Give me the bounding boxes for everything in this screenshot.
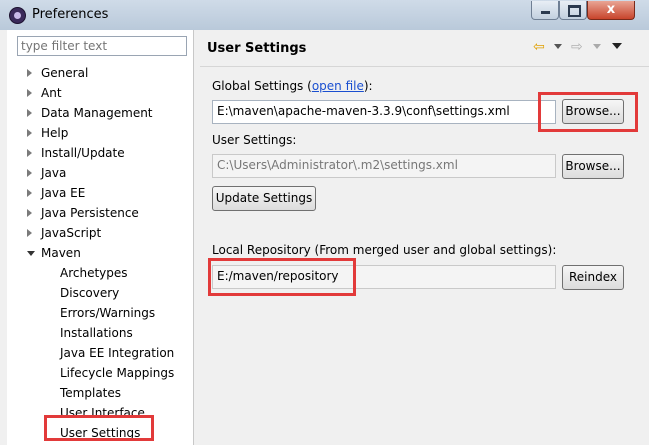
page-title: User Settings: [207, 41, 307, 56]
title-bar: Preferences x: [0, 0, 649, 30]
user-settings-label: User Settings:: [212, 133, 297, 147]
forward-dropdown-icon[interactable]: [593, 44, 601, 49]
expand-arrow-icon[interactable]: [27, 189, 32, 197]
preference-tree-panel: General Ant Data Management Help Install…: [7, 30, 194, 445]
expand-arrow-icon[interactable]: [27, 109, 32, 117]
user-settings-field[interactable]: C:\Users\Administrator\.m2\settings.xml: [212, 154, 556, 178]
global-settings-label: Global Settings (open file):: [212, 79, 373, 93]
close-button[interactable]: x: [587, 1, 635, 20]
minimize-button[interactable]: [531, 1, 559, 20]
view-menu-icon[interactable]: [612, 43, 622, 49]
window-title: Preferences: [32, 7, 109, 22]
preferences-window: Preferences x General Ant Data Managemen…: [0, 0, 649, 445]
eclipse-app-icon: [9, 7, 26, 24]
expand-arrow-icon[interactable]: [27, 169, 32, 177]
header-separator: [200, 66, 649, 67]
expand-arrow-icon[interactable]: [27, 69, 32, 77]
expand-arrow-icon[interactable]: [27, 209, 32, 217]
open-file-link[interactable]: open file: [312, 79, 364, 93]
expand-arrow-icon[interactable]: [27, 89, 32, 97]
collapse-arrow-icon[interactable]: [27, 251, 35, 256]
expand-arrow-icon[interactable]: [27, 149, 32, 157]
browse-highlight: [538, 92, 638, 132]
expand-arrow-icon[interactable]: [27, 229, 32, 237]
user-settings-highlight: [44, 415, 154, 441]
maximize-button[interactable]: [559, 1, 587, 20]
back-arrow-icon[interactable]: ⇦: [533, 39, 545, 55]
back-dropdown-icon[interactable]: [554, 44, 562, 49]
update-settings-button[interactable]: Update Settings: [212, 186, 316, 211]
filter-input[interactable]: [17, 36, 187, 56]
expand-arrow-icon[interactable]: [27, 129, 32, 137]
reindex-button[interactable]: Reindex: [562, 265, 624, 290]
global-settings-field[interactable]: E:\maven\apache-maven-3.3.9\conf\setting…: [212, 100, 556, 124]
local-repository-highlight: [208, 258, 356, 296]
user-browse-button[interactable]: Browse...: [562, 154, 624, 179]
settings-page: User Settings ⇦ ⇨ Global Settings (open …: [200, 30, 649, 445]
close-icon: x: [606, 2, 616, 17]
local-repository-label: Local Repository (From merged user and g…: [212, 243, 557, 257]
forward-arrow-icon[interactable]: ⇨: [571, 39, 583, 55]
